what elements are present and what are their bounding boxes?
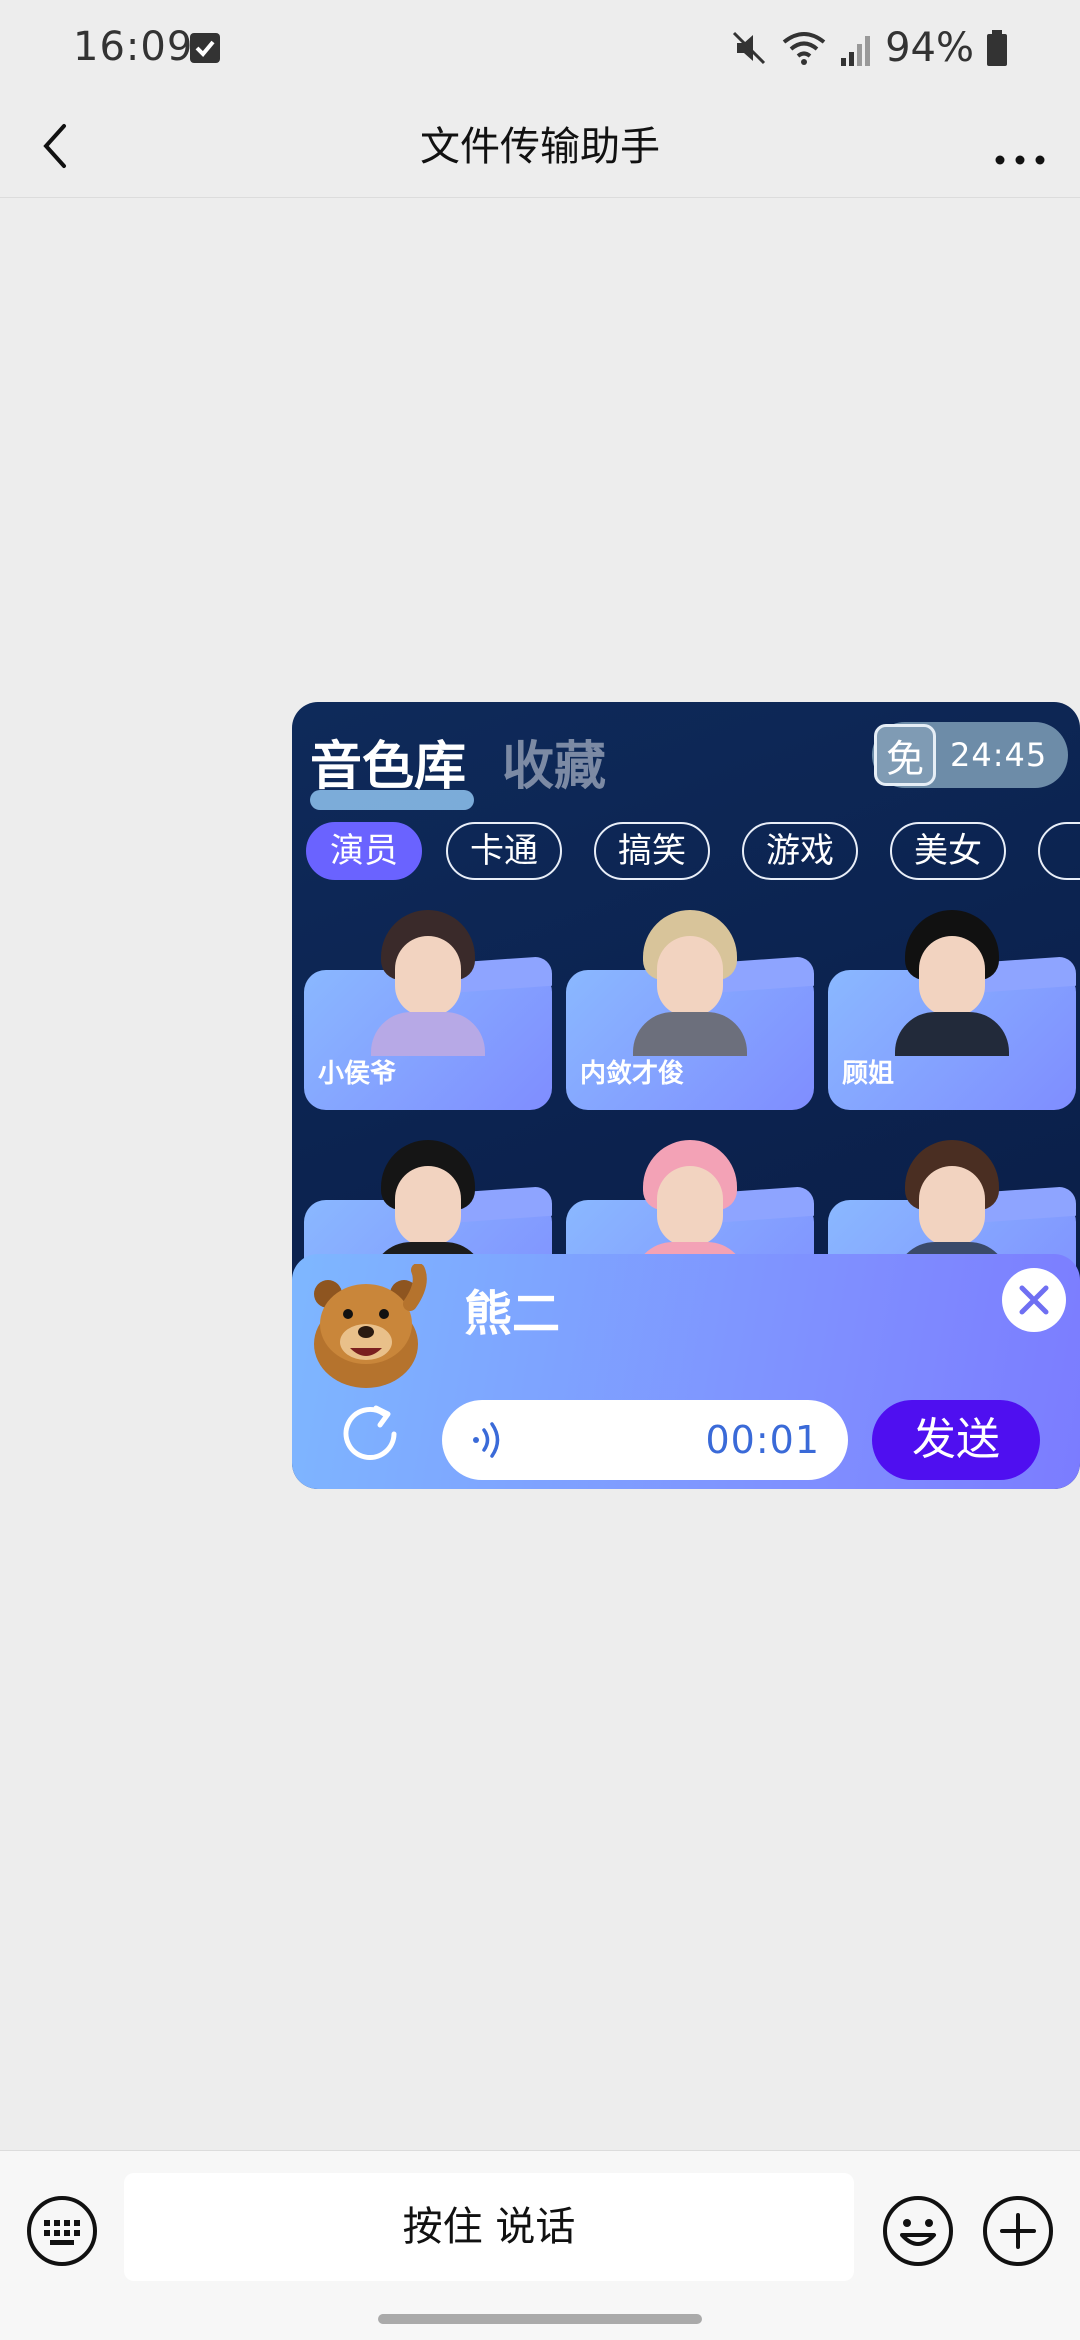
- close-icon: [1019, 1285, 1049, 1315]
- hold-to-talk-button[interactable]: 按住 说话: [124, 2173, 854, 2281]
- mute-icon: [733, 31, 766, 65]
- page-title: 文件传输助手: [420, 124, 660, 170]
- voice-preview-player[interactable]: 00:01: [442, 1400, 848, 1480]
- check-icon: [190, 33, 220, 63]
- voice-card-gujie[interactable]: 顾姐: [828, 910, 1076, 1110]
- free-icon: 免: [874, 724, 936, 786]
- free-time-badge[interactable]: 免 24:45: [872, 722, 1068, 788]
- category-chip-funny[interactable]: 搞笑: [594, 822, 710, 880]
- tab-voice-library[interactable]: 音色库: [310, 724, 466, 799]
- plus-icon[interactable]: [980, 2193, 1056, 2269]
- avatar: [887, 906, 1017, 1056]
- close-button[interactable]: [1002, 1268, 1066, 1332]
- category-chip-cartoon[interactable]: 卡通: [446, 822, 562, 880]
- keyboard-icon[interactable]: [24, 2193, 100, 2269]
- wifi-icon: [782, 32, 826, 65]
- category-chip-actor[interactable]: 演员: [306, 822, 422, 880]
- selected-voice-name: 熊二: [464, 1286, 561, 1342]
- refresh-icon[interactable]: [336, 1400, 406, 1470]
- emoji-icon[interactable]: [880, 2193, 956, 2269]
- tab-favorites[interactable]: 收藏: [502, 724, 606, 799]
- voice-name: 小侯爷: [318, 1059, 397, 1089]
- battery-percent: 94%: [885, 25, 974, 71]
- voice-library-card: 音色库 收藏 免 24:45 演员 卡通 搞笑 游戏 美女 小侯爷 内敛才俊 顾…: [292, 702, 1080, 1489]
- voice-name: 顾姐: [842, 1059, 895, 1089]
- avatar: [625, 906, 755, 1056]
- free-time-remaining: 24:45: [950, 736, 1048, 774]
- more-button[interactable]: [990, 120, 1050, 172]
- category-chip-game[interactable]: 游戏: [742, 822, 858, 880]
- selected-voice-panel: 熊二 00:01 发送: [292, 1254, 1080, 1489]
- preview-duration: 00:01: [705, 1418, 820, 1462]
- signal-icon: [841, 36, 871, 66]
- more-icon: [995, 155, 1045, 165]
- category-chip-beauty[interactable]: 美女: [890, 822, 1006, 880]
- bear-avatar-icon: [314, 1264, 427, 1388]
- voice-card-xiaohouye[interactable]: 小侯爷: [304, 910, 552, 1110]
- home-indicator[interactable]: [378, 2314, 702, 2324]
- send-button[interactable]: 发送: [872, 1400, 1040, 1480]
- status-time: 16:09: [73, 24, 194, 70]
- input-bar: 按住 说话: [0, 2150, 1080, 2340]
- sound-wave-icon: [473, 1422, 500, 1458]
- category-chip-more[interactable]: [1038, 822, 1080, 880]
- avatar: [363, 906, 493, 1056]
- status-icons: 94%: [729, 24, 1008, 72]
- battery-icon: [987, 30, 1007, 66]
- voice-card-neilian[interactable]: 内敛才俊: [566, 910, 814, 1110]
- nav-bar: 文件传输助手: [0, 96, 1080, 198]
- voice-name: 内敛才俊: [580, 1059, 685, 1089]
- category-chips: 演员 卡通 搞笑 游戏 美女: [306, 822, 1080, 880]
- status-bar: 16:09 94%: [0, 0, 1080, 96]
